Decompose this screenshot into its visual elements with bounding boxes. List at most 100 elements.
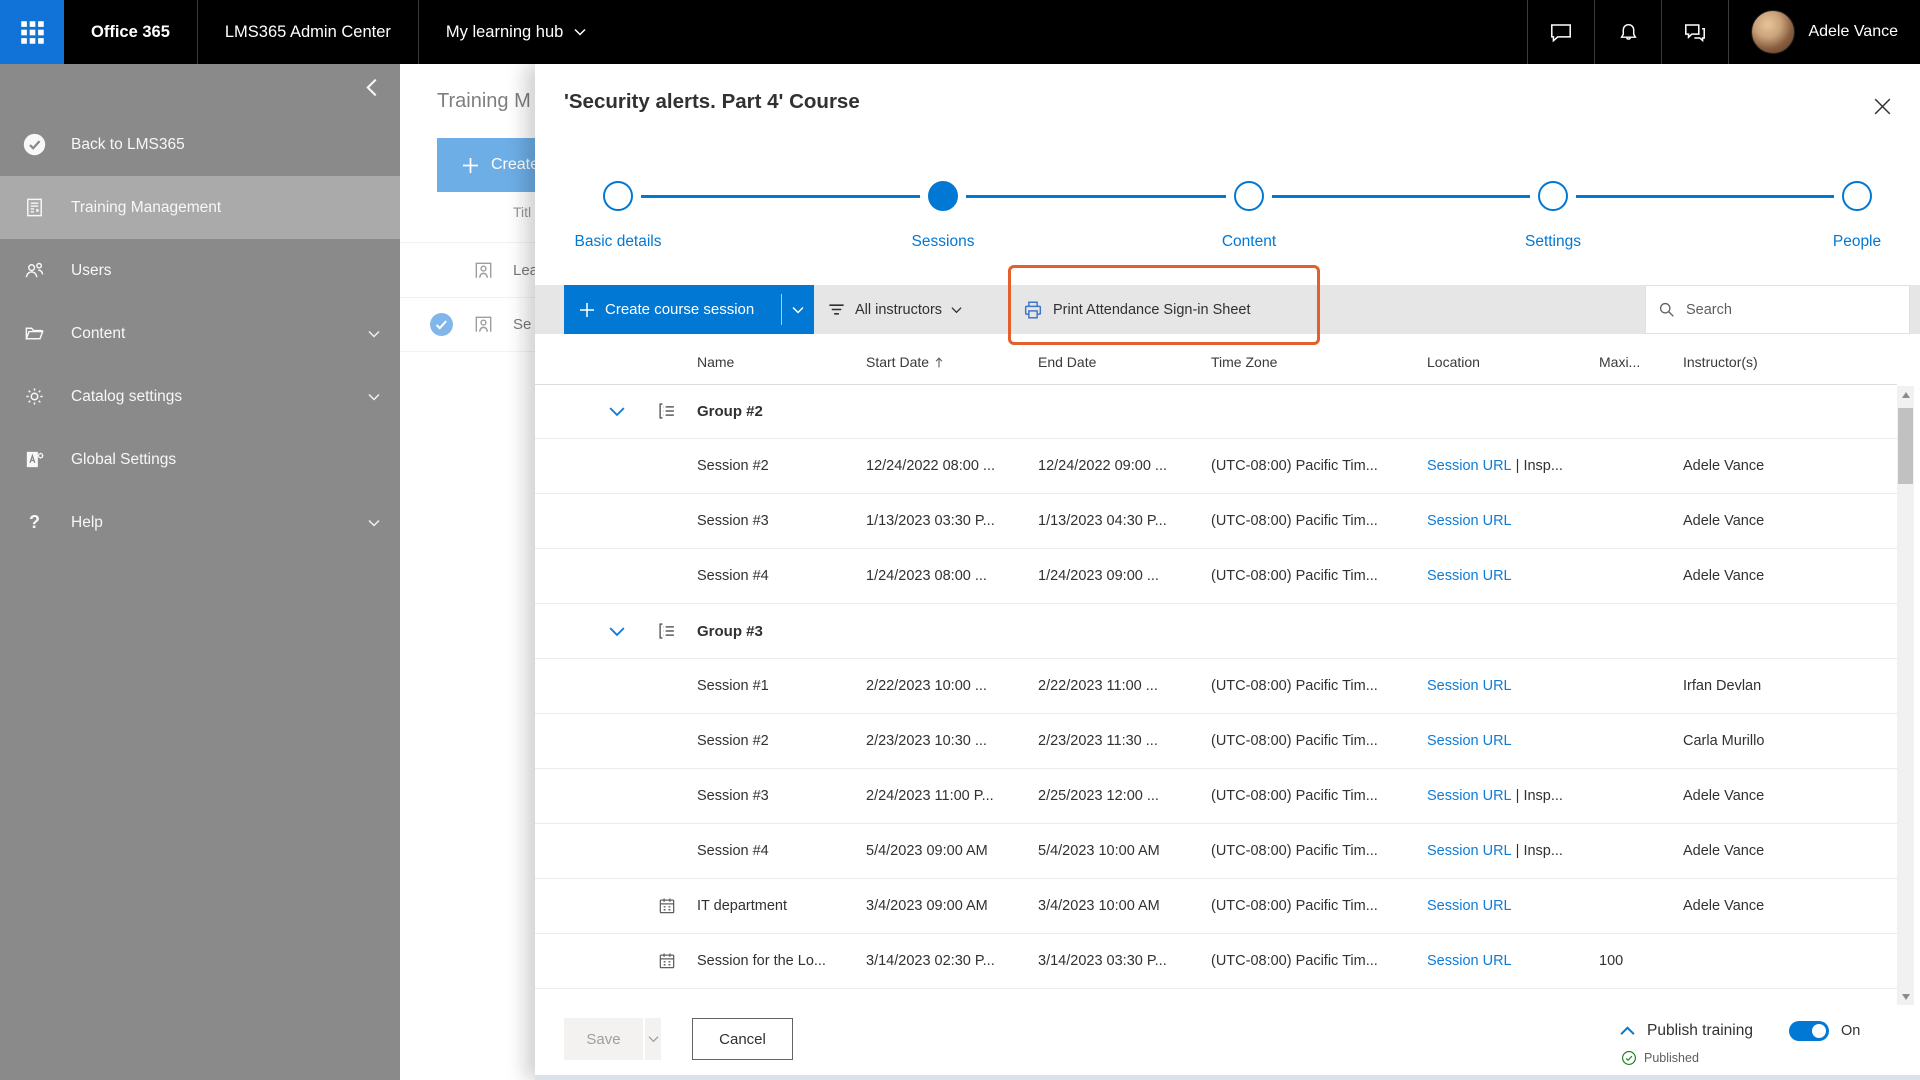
topbar-brand-office-365[interactable]: Office 365 [64,0,197,64]
step-circle-sessions[interactable] [928,181,958,211]
location-extra: | Insp... [1512,458,1563,474]
session-timezone: (UTC-08:00) Pacific Tim... [1211,788,1427,804]
cancel-button[interactable]: Cancel [692,1018,793,1060]
step-circle-content[interactable] [1234,181,1264,211]
session-name: Session #4 [697,843,866,859]
session-location: Session URL [1427,568,1599,584]
step-label-content[interactable]: Content [1169,233,1329,251]
expand-chevron[interactable] [597,626,637,637]
session-name: Session #2 [697,733,866,749]
session-end-date: 3/4/2023 10:00 AM [1038,898,1211,914]
close-button[interactable] [1870,94,1894,118]
session-url-link[interactable]: Session URL [1427,513,1512,529]
brand-label: My learning hub [446,23,563,42]
table-scrollbar[interactable] [1897,386,1914,1005]
create-course-session-button[interactable]: Create course session [564,285,814,334]
publish-training-label: Publish training [1647,1022,1753,1040]
step-circle-settings[interactable] [1538,181,1568,211]
session-instructor: Adele Vance [1683,788,1897,804]
waffle-icon [19,19,46,46]
session-name: Session #2 [697,458,866,474]
plus-icon [580,303,594,317]
step-label-sessions[interactable]: Sessions [863,233,1023,251]
session-name: Session #3 [697,788,866,804]
session-url-link[interactable]: Session URL [1427,898,1512,914]
create-session-dropdown[interactable] [782,285,814,334]
collapse-publish-icon[interactable] [1620,1026,1635,1036]
scroll-up-arrow[interactable] [1897,386,1914,403]
instructor-filter-dropdown[interactable]: All instructors [827,285,962,334]
chevron-down-icon [574,28,586,36]
step-label-settings[interactable]: Settings [1473,233,1633,251]
modal-dim-overlay [0,64,535,1080]
session-start-date: 2/22/2023 10:00 ... [866,678,1038,694]
publish-toggle[interactable] [1789,1021,1829,1041]
step-connector [1576,195,1834,198]
topbar-brand: Office 365LMS365 Admin Center My learning… [64,0,613,64]
chat-button[interactable] [1527,0,1594,64]
step-label-basic-details[interactable]: Basic details [538,233,698,251]
print-attendance-label: Print Attendance Sign-in Sheet [1053,302,1251,318]
session-start-date: 5/4/2023 09:00 AM [866,843,1038,859]
location-extra: | Insp... [1512,788,1563,804]
session-row: Session for the Lo...3/14/2023 02:30 P..… [535,934,1897,989]
session-url-link[interactable]: Session URL [1427,678,1512,694]
group-row: Group #2 [535,384,1897,439]
column-header-start-date[interactable]: Start Date [866,354,1038,370]
session-timezone: (UTC-08:00) Pacific Tim... [1211,458,1427,474]
column-header-end-date[interactable]: End Date [1038,354,1211,370]
session-instructor: Adele Vance [1683,513,1897,529]
session-start-date: 1/13/2023 03:30 P... [866,513,1038,529]
create-course-session-label: Create course session [605,301,754,318]
topbar-brand-my-learning-hub[interactable]: My learning hub [418,0,613,64]
session-row: Session #22/23/2023 10:30 ...2/23/2023 1… [535,714,1897,769]
app-launcher-button[interactable] [0,0,64,64]
toggle-state-label: On [1841,1023,1860,1039]
session-url-link[interactable]: Session URL [1427,953,1512,969]
session-end-date: 3/14/2023 03:30 P... [1038,953,1211,969]
session-end-date: 12/24/2022 09:00 ... [1038,458,1211,474]
chat-icon [1548,19,1574,45]
topbar-brand-lms365-admin-center[interactable]: LMS365 Admin Center [197,0,418,64]
session-start-date: 2/23/2023 10:30 ... [866,733,1038,749]
session-url-link[interactable]: Session URL [1427,788,1512,804]
session-row: Session #31/13/2023 03:30 P...1/13/2023 … [535,494,1897,549]
step-label-people[interactable]: People [1777,233,1920,251]
session-row: IT department3/4/2023 09:00 AM3/4/2023 1… [535,879,1897,934]
session-timezone: (UTC-08:00) Pacific Tim... [1211,898,1427,914]
session-url-link[interactable]: Session URL [1427,458,1512,474]
feedback-button[interactable] [1661,0,1728,64]
session-location: Session URL | Insp... [1427,788,1599,804]
search-input[interactable] [1684,301,1897,319]
step-circle-people[interactable] [1842,181,1872,211]
scroll-down-arrow[interactable] [1897,988,1914,1005]
session-name: Group #2 [697,403,866,420]
column-header-instructor-s[interactable]: Instructor(s) [1683,354,1897,370]
search-icon [1658,301,1675,318]
sessions-table: Group #2Session #212/24/2022 08:00 ...12… [535,384,1897,1005]
session-url-link[interactable]: Session URL [1427,733,1512,749]
session-instructor: Adele Vance [1683,898,1897,914]
bell-button[interactable] [1594,0,1661,64]
save-button[interactable]: Save [564,1018,661,1060]
session-url-link[interactable]: Session URL [1427,843,1512,859]
column-header-location[interactable]: Location [1427,354,1599,370]
session-url-link[interactable]: Session URL [1427,568,1512,584]
calendar-icon [637,896,697,916]
session-search[interactable] [1645,285,1910,334]
account-menu[interactable]: Adele Vance [1728,0,1920,64]
session-end-date: 1/13/2023 04:30 P... [1038,513,1211,529]
expand-chevron[interactable] [597,406,637,417]
step-connector [966,195,1226,198]
save-dropdown[interactable] [645,1018,661,1060]
sessions-toolbar: Create course session All instructors [535,285,1920,334]
user-name: Adele Vance [1808,23,1898,41]
group-row: Group #3 [535,604,1897,659]
column-header-name[interactable]: Name [697,354,866,370]
scrollbar-thumb[interactable] [1898,408,1913,484]
column-header-time-zone[interactable]: Time Zone [1211,354,1427,370]
print-attendance-button[interactable]: Print Attendance Sign-in Sheet [1022,285,1251,334]
step-circle-basic-details[interactable] [603,181,633,211]
session-start-date: 3/4/2023 09:00 AM [866,898,1038,914]
column-header-maxi[interactable]: Maxi... [1599,354,1683,370]
